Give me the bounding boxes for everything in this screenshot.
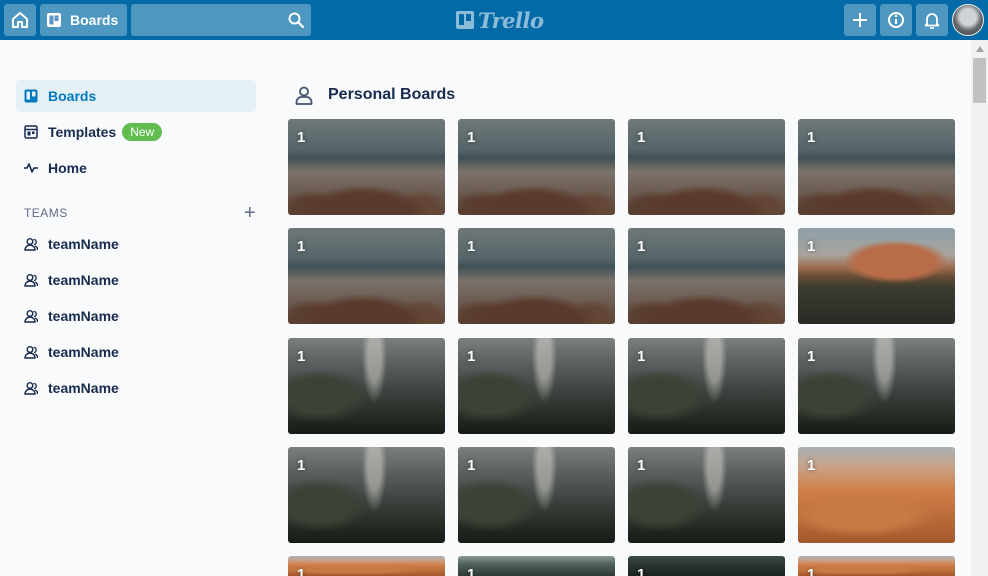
- board-icon: [47, 13, 61, 27]
- sidebar-item-label: Templates: [48, 124, 117, 140]
- boards-button[interactable]: Boards: [40, 4, 127, 36]
- board-tile[interactable]: 1: [288, 228, 445, 324]
- section-title: Personal Boards: [328, 86, 456, 103]
- sidebar-item-templates[interactable]: Templates New: [16, 116, 256, 148]
- teams-header: TEAMS +: [24, 203, 256, 223]
- sidebar-item-label: Boards: [48, 88, 97, 104]
- search-box[interactable]: [131, 4, 311, 36]
- person-icon: [295, 86, 313, 105]
- sidebar-item-label: teamName: [48, 236, 119, 252]
- caret-up-icon: [975, 45, 984, 52]
- vertical-scrollbar[interactable]: [971, 40, 988, 576]
- team-icon: [24, 381, 38, 395]
- search-input[interactable]: [131, 4, 311, 36]
- team-icon: [24, 273, 38, 287]
- plus-icon: [853, 13, 867, 27]
- boards-button-label: Boards: [70, 12, 119, 28]
- board-tile[interactable]: 1: [798, 447, 955, 543]
- sidebar-item-team[interactable]: teamName: [16, 300, 256, 332]
- team-icon: [24, 237, 38, 251]
- pulse-icon: [24, 161, 38, 175]
- sidebar-item-team[interactable]: teamName: [16, 228, 256, 260]
- board-tile[interactable]: 1: [288, 119, 445, 215]
- sidebar-item-label: teamName: [48, 344, 119, 360]
- board-title: 1: [807, 348, 816, 365]
- search-icon[interactable]: [287, 11, 305, 29]
- trello-logo-text: Trello: [478, 7, 544, 33]
- sidebar-item-label: teamName: [48, 380, 119, 396]
- board-tile[interactable]: 1: [798, 556, 955, 576]
- sidebar-item-label: teamName: [48, 308, 119, 324]
- board-title: 1: [297, 238, 306, 255]
- scroll-thumb[interactable]: [973, 58, 986, 103]
- board-title: 1: [637, 566, 646, 576]
- board-title: 1: [807, 566, 816, 576]
- board-title: 1: [807, 129, 816, 146]
- board-tile[interactable]: 1: [798, 338, 955, 434]
- home-icon: [12, 12, 28, 28]
- board-tile[interactable]: 1: [628, 556, 785, 576]
- info-icon: [888, 12, 904, 28]
- board-title: 1: [297, 566, 306, 576]
- sidebar-item-label: Home: [48, 160, 87, 176]
- board-title: 1: [297, 457, 306, 474]
- personal-boards-heading: Personal Boards: [294, 85, 455, 105]
- board-tile[interactable]: 1: [458, 119, 615, 215]
- new-badge: New: [122, 123, 163, 141]
- add-team-button[interactable]: +: [244, 203, 256, 223]
- home-button[interactable]: [4, 4, 36, 36]
- bell-icon: [924, 13, 940, 29]
- board-tile[interactable]: 1: [628, 119, 785, 215]
- avatar[interactable]: [952, 4, 984, 36]
- board-tile[interactable]: 1: [628, 447, 785, 543]
- board-tile[interactable]: 1: [458, 556, 615, 576]
- board-title: 1: [467, 129, 476, 146]
- board-tile[interactable]: 1: [458, 228, 615, 324]
- board-tile[interactable]: 1: [628, 228, 785, 324]
- board-tile[interactable]: 1: [288, 447, 445, 543]
- scroll-up-arrow[interactable]: [971, 40, 988, 57]
- sidebar-item-team[interactable]: teamName: [16, 336, 256, 368]
- board-tile[interactable]: 1: [458, 338, 615, 434]
- board-title: 1: [467, 348, 476, 365]
- board-tile[interactable]: 1: [458, 447, 615, 543]
- sidebar-item-boards[interactable]: Boards: [16, 80, 256, 112]
- team-icon: [24, 309, 38, 323]
- board-tile[interactable]: 1: [798, 119, 955, 215]
- create-button[interactable]: [844, 4, 876, 36]
- board-title: 1: [637, 238, 646, 255]
- board-tile[interactable]: 1: [288, 556, 445, 576]
- board-title: 1: [467, 238, 476, 255]
- board-icon: [24, 89, 38, 103]
- board-title: 1: [637, 348, 646, 365]
- board-title: 1: [807, 238, 816, 255]
- board-title: 1: [297, 129, 306, 146]
- board-title: 1: [807, 457, 816, 474]
- sidebar-item-home[interactable]: Home: [16, 152, 256, 184]
- notifications-button[interactable]: [916, 4, 948, 36]
- info-button[interactable]: [880, 4, 912, 36]
- trello-logo-icon: [456, 11, 474, 29]
- board-tile[interactable]: 1: [628, 338, 785, 434]
- board-title: 1: [637, 457, 646, 474]
- board-tile[interactable]: 1: [288, 338, 445, 434]
- template-icon: [24, 125, 38, 139]
- board-title: 1: [637, 129, 646, 146]
- team-icon: [24, 345, 38, 359]
- board-tile[interactable]: 1: [798, 228, 955, 324]
- sidebar-item-label: teamName: [48, 272, 119, 288]
- teams-heading: TEAMS: [24, 206, 68, 220]
- top-header: Boards Trello: [0, 0, 988, 40]
- trello-logo[interactable]: Trello: [456, 7, 544, 33]
- board-title: 1: [467, 457, 476, 474]
- board-title: 1: [297, 348, 306, 365]
- board-title: 1: [467, 566, 476, 576]
- sidebar-item-team[interactable]: teamName: [16, 264, 256, 296]
- sidebar-item-team[interactable]: teamName: [16, 372, 256, 404]
